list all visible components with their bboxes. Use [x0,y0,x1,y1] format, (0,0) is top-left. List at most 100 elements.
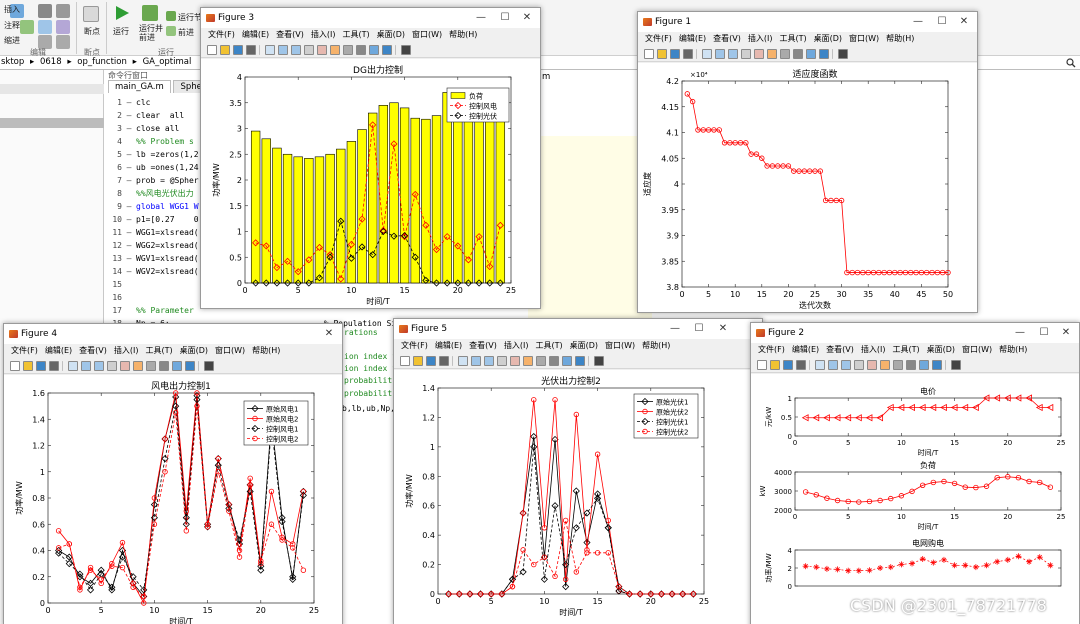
colorbar-icon[interactable] [382,45,392,55]
run-icon[interactable] [114,5,130,21]
open-icon[interactable] [413,356,423,366]
zoom-in-icon[interactable] [278,45,288,55]
rotate-icon[interactable] [120,361,130,371]
code-line[interactable]: 1— clc [104,96,150,109]
data-cursor-icon[interactable] [523,356,533,366]
code-line[interactable]: 6— ub =ones(1,24 [104,161,198,174]
maximize-button[interactable]: ☐ [1033,323,1055,343]
print-icon[interactable] [683,49,693,59]
zoom-out-icon[interactable] [484,356,494,366]
new-figure-icon[interactable] [644,49,654,59]
code-line[interactable]: 15 [104,278,136,291]
data-cursor-icon[interactable] [133,361,143,371]
figure1-canvas[interactable]: 0 5 10 15 20 25 30 35 40 45 50 3.8 3.85 3.9 3.95 4 4.05 4… [638,63,977,312]
print-icon[interactable] [796,360,806,370]
breakpoint-marker[interactable]: — [122,96,136,109]
run-section-button[interactable]: 运行节 [178,12,202,23]
menu-item[interactable]: 桌面(D) [814,34,842,43]
open-icon[interactable] [23,361,33,371]
link-icon[interactable] [906,360,916,370]
menu-item[interactable]: 文件(F) [645,34,672,43]
rotate-icon[interactable] [317,45,327,55]
menu-item[interactable]: 插入(I) [114,346,139,355]
menu-item[interactable]: 插入(I) [311,30,336,39]
breakpoint-marker[interactable]: — [122,265,136,278]
zoom-in-icon[interactable] [471,356,481,366]
insert-button[interactable]: 插入 [4,4,20,15]
percent-icon[interactable] [38,20,52,34]
menu-item[interactable]: 窗口(W) [962,345,992,354]
menu-item[interactable]: 编辑(E) [45,346,72,355]
layout-icon[interactable] [838,49,848,59]
menu-item[interactable]: 工具(T) [779,34,806,43]
print-icon[interactable] [246,45,256,55]
pan-icon[interactable] [854,360,864,370]
link-icon[interactable] [159,361,169,371]
print-icon[interactable] [49,361,59,371]
legend-icon[interactable] [806,49,816,59]
layout-icon[interactable] [204,361,214,371]
figure1-titlebar[interactable]: Figure 1 — ☐ ✕ [638,12,977,32]
breakpoint-icon[interactable] [83,6,99,22]
brush-icon[interactable] [146,361,156,371]
menu-item[interactable]: 编辑(E) [679,34,706,43]
maximize-button[interactable]: ☐ [688,319,710,339]
save-icon[interactable] [783,360,793,370]
path-item[interactable]: 0618 [40,56,62,69]
pan-icon[interactable] [497,356,507,366]
zoom-in-icon[interactable] [81,361,91,371]
menu-item[interactable]: 插入(I) [861,345,886,354]
save-icon[interactable] [670,49,680,59]
code-line[interactable]: 17 %% Parameter [104,304,193,317]
figure4-window[interactable]: Figure 4 ✕ 文件(F) 编辑(E) 查看(V) 插入(I) 工具(T) 桌面(D… [3,323,343,624]
figure2-canvas[interactable]: 0 5 10 15 20 25 0 0.5 1 电价 时间/T 元/kW 0 5 10 15 20 25 2000 3… [751,374,1079,624]
zoom-out-icon[interactable] [94,361,104,371]
pointer-icon[interactable] [815,360,825,370]
legend-icon[interactable] [919,360,929,370]
menu-item[interactable]: 桌面(D) [927,345,955,354]
breakpoint-marker[interactable]: — [122,109,136,122]
maximize-button[interactable]: ☐ [931,12,953,32]
zoom-in-icon[interactable] [715,49,725,59]
menu-item[interactable]: 查看(V) [713,34,741,43]
figure1-window[interactable]: Figure 1 — ☐ ✕ 文件(F) 编辑(E) 查看(V) 插入(I) 工具(T)… [637,11,978,313]
breakpoint-marker[interactable]: — [122,239,136,252]
zoom-out-icon[interactable] [291,45,301,55]
menu-item[interactable]: 桌面(D) [377,30,405,39]
minimize-button[interactable]: — [907,12,929,32]
maximize-button[interactable]: ☐ [494,8,516,28]
code-line[interactable]: 9— global WGG1 W [104,200,198,213]
selected-row[interactable] [0,118,104,128]
breakpoint-marker[interactable]: — [122,252,136,265]
menu-item[interactable]: 帮助(H) [999,345,1027,354]
menu-item[interactable]: 插入(I) [504,341,529,350]
legend-icon[interactable] [369,45,379,55]
data-cursor-icon[interactable] [330,45,340,55]
data-cursor-icon[interactable] [880,360,890,370]
close-button[interactable]: ✕ [318,324,340,344]
menu-item[interactable]: 工具(T) [892,345,919,354]
pointer-icon[interactable] [458,356,468,366]
code-line[interactable]: 16 [104,291,136,304]
save-icon[interactable] [426,356,436,366]
close-button[interactable]: ✕ [953,12,975,32]
menu-item[interactable]: 插入(I) [748,34,773,43]
rotate-icon[interactable] [510,356,520,366]
breakpoint-marker[interactable]: — [122,226,136,239]
pan-icon[interactable] [107,361,117,371]
menu-item[interactable]: 帮助(H) [642,341,670,350]
tab-fragment[interactable]: m [542,72,550,82]
menu-item[interactable]: 工具(T) [342,30,369,39]
menu-item[interactable]: 编辑(E) [242,30,269,39]
wrap-icon[interactable] [56,20,70,34]
menu-item[interactable]: 文件(F) [401,341,428,350]
legend-icon[interactable] [172,361,182,371]
figure4-canvas[interactable]: 0 5 10 15 20 25 0 0.2 0.4 0.6 0.8 1 1.2 1.4 1.6 风电出力控制1… [4,375,342,624]
code-line[interactable]: 14— WGV2=xlsread( [104,265,198,278]
breakpoint-button[interactable]: 断点 [84,26,100,37]
figure3-canvas[interactable]: 0 5 10 15 20 25 0 0.5 1 1.5 2 2.5 3 3.5 4 DG出力控制 时间/T 功率/… [201,59,540,308]
pointer-icon[interactable] [702,49,712,59]
menu-item[interactable]: 窗口(W) [849,34,879,43]
new-figure-icon[interactable] [757,360,767,370]
menu-item[interactable]: 工具(T) [535,341,562,350]
